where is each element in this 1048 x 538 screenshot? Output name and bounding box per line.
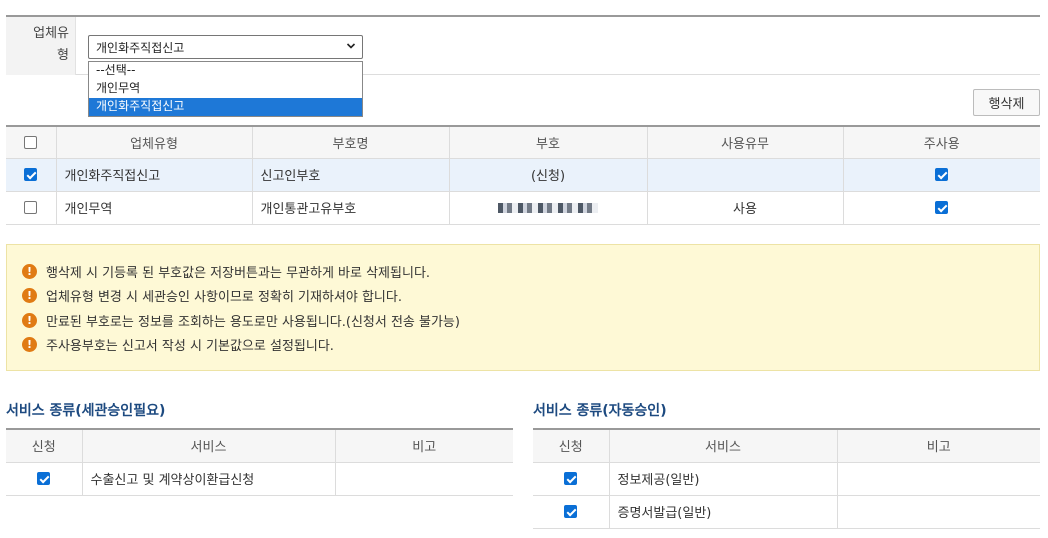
company-type-label-line1: 업체유 — [33, 26, 69, 41]
primary-cell — [842, 157, 1040, 192]
company-type-selected-value: 개인화주직접신고 — [96, 41, 185, 55]
column-header: 비고 — [836, 429, 1040, 463]
dropdown-option[interactable]: 개인무역 — [89, 80, 362, 98]
code-cell — [448, 190, 648, 225]
notice-text: 주사용부호는 신고서 작성 시 기본값으로 설정됩니다. — [46, 339, 334, 355]
column-header: 서비스 — [81, 429, 336, 463]
notice-item: ! 업체유형 변경 시 세관승인 사항이므로 정확히 기재하셔야 합니다. — [22, 284, 1039, 309]
column-header: 사용유무 — [646, 126, 844, 159]
apply-checkbox[interactable] — [37, 472, 51, 485]
table-row: 정보제공(일반) — [533, 461, 1040, 496]
service-cell: 수출신고 및 계약상이환급신청 — [81, 461, 336, 496]
notice-text: 만료된 부호로는 정보를 조회하는 용도로만 사용됩니다.(신청서 전송 불가능… — [46, 314, 460, 330]
services-auto-table: 신청 서비스 비고 정보제공(일반) 증명서발급(일반) — [533, 428, 1040, 529]
row-checkbox[interactable] — [24, 168, 38, 181]
primary-checkbox[interactable] — [935, 201, 949, 214]
service-cell: 정보제공(일반) — [608, 461, 838, 496]
notice-item: ! 만료된 부호로는 정보를 조회하는 용도로만 사용됩니다.(신청서 전송 불가… — [22, 308, 1039, 333]
table-header-row: 신청 서비스 비고 — [6, 429, 513, 463]
dropdown-option-selected[interactable]: 개인화주직접신고 — [89, 98, 362, 116]
chevron-down-icon — [346, 43, 356, 49]
note-cell — [836, 494, 1040, 529]
note-cell — [836, 461, 1040, 496]
select-all-checkbox[interactable] — [24, 135, 38, 149]
apply-checkbox[interactable] — [564, 472, 578, 485]
select-all-cell — [6, 126, 57, 159]
row-select-cell — [6, 157, 57, 192]
column-header: 신청 — [6, 429, 83, 463]
column-header: 신청 — [533, 429, 610, 463]
company-type-dropdown[interactable]: --선택-- 개인무역 개인화주직접신고 — [88, 61, 363, 117]
notice-item: ! 주사용부호는 신고서 작성 시 기본값으로 설정됩니다. — [22, 333, 1039, 358]
dropdown-option[interactable]: --선택-- — [89, 62, 362, 80]
table-header-row: 업체유형 부호명 부호 사용유무 주사용 — [6, 126, 1040, 159]
column-header: 부호명 — [251, 126, 450, 159]
in-use-cell — [646, 157, 844, 192]
in-use-cell: 사용 — [646, 190, 844, 225]
section-title-auto: 서비스 종류(자동승인) — [533, 403, 667, 419]
notice-text: 업체유형 변경 시 세관승인 사항이므로 정확히 기재하셔야 합니다. — [46, 290, 402, 306]
type-cell: 개인무역 — [55, 190, 253, 225]
table-row: 수출신고 및 계약상이환급신청 — [6, 461, 513, 496]
company-type-label-line2: 형 — [57, 48, 69, 63]
services-customs-table: 신청 서비스 비고 수출신고 및 계약상이환급신청 — [6, 428, 513, 496]
notice-box: ! 행삭제 시 기등록 된 부호값은 저장버튼과는 무관하게 바로 삭제됩니다. … — [6, 244, 1040, 371]
apply-cell — [533, 461, 610, 496]
column-header: 비고 — [334, 429, 513, 463]
notice-item: ! 행삭제 시 기등록 된 부호값은 저장버튼과는 무관하게 바로 삭제됩니다. — [22, 259, 1039, 284]
apply-cell — [533, 494, 610, 529]
apply-checkbox[interactable] — [564, 505, 578, 518]
table-header-row: 신청 서비스 비고 — [533, 429, 1040, 463]
type-cell: 개인화주직접신고 — [55, 157, 253, 192]
primary-checkbox[interactable] — [935, 168, 949, 181]
table-row[interactable]: 개인무역 개인통관고유부호 사용 — [6, 190, 1040, 225]
service-cell: 증명서발급(일반) — [608, 494, 838, 529]
company-type-select[interactable]: 개인화주직접신고 — [88, 35, 363, 59]
apply-cell — [6, 461, 83, 496]
note-cell — [334, 461, 513, 496]
warning-icon: ! — [22, 312, 37, 328]
row-select-cell — [6, 190, 57, 225]
row-checkbox[interactable] — [24, 201, 38, 214]
code-cell: (신청) — [448, 157, 648, 192]
table-row: 증명서발급(일반) — [533, 494, 1040, 529]
warning-icon: ! — [22, 263, 37, 279]
notice-text: 행삭제 시 기등록 된 부호값은 저장버튼과는 무관하게 바로 삭제됩니다. — [46, 265, 431, 281]
table-row[interactable]: 개인화주직접신고 신고인부호 (신청) — [6, 157, 1040, 192]
column-header: 서비스 — [608, 429, 838, 463]
primary-cell — [842, 190, 1040, 225]
warning-icon: ! — [22, 337, 37, 353]
delete-row-button[interactable]: 행삭제 — [973, 89, 1040, 116]
section-title-customs: 서비스 종류(세관승인필요) — [6, 403, 166, 419]
column-header: 부호 — [448, 126, 648, 159]
warning-icon: ! — [22, 288, 37, 304]
column-header: 주사용 — [842, 126, 1040, 159]
column-header: 업체유형 — [55, 126, 253, 159]
code-name-cell: 신고인부호 — [251, 157, 450, 192]
code-name-cell: 개인통관고유부호 — [251, 190, 450, 225]
company-type-label: 업체유 형 — [6, 17, 76, 75]
masked-code — [498, 202, 598, 213]
code-table: 업체유형 부호명 부호 사용유무 주사용 개인화주직접신고 신고인부호 (신청)… — [6, 125, 1040, 225]
